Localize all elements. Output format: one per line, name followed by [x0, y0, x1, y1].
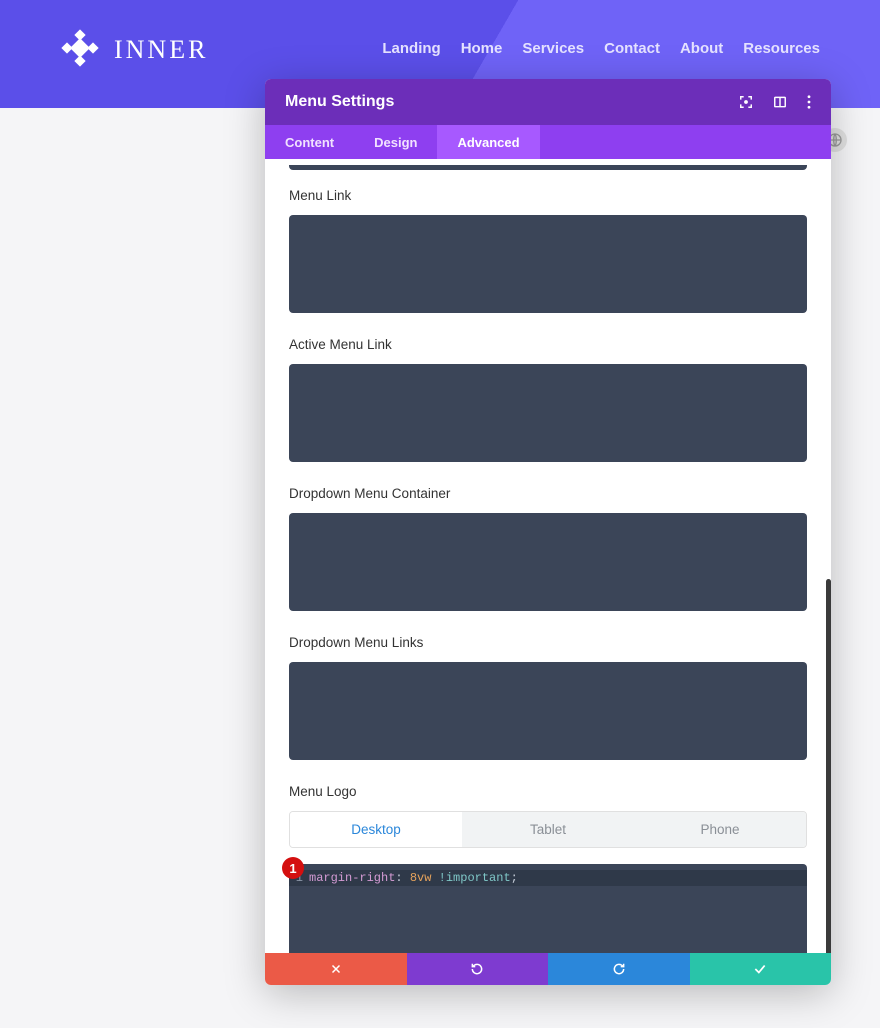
modal-header: Menu Settings	[265, 79, 831, 125]
nav-about[interactable]: About	[680, 40, 723, 57]
nav-landing[interactable]: Landing	[382, 40, 440, 57]
nav-resources[interactable]: Resources	[743, 40, 820, 57]
label-dropdown-container: Dropdown Menu Container	[289, 486, 807, 501]
tab-design[interactable]: Design	[354, 125, 437, 159]
columns-icon[interactable]	[773, 95, 787, 109]
settings-tabs: Content Design Advanced	[265, 125, 831, 159]
modal-title: Menu Settings	[285, 93, 394, 111]
input-dropdown-container[interactable]	[289, 513, 807, 611]
main-nav: Landing Home Services Contact About Reso…	[382, 40, 820, 57]
redo-button[interactable]	[548, 953, 690, 985]
label-menu-link: Menu Link	[289, 188, 807, 203]
modal-body: Menu Link Active Menu Link Dropdown Menu…	[265, 159, 831, 953]
cancel-button[interactable]	[265, 953, 407, 985]
scrollbar-thumb[interactable]	[826, 579, 831, 953]
nav-home[interactable]: Home	[461, 40, 503, 57]
device-tab-tablet[interactable]: Tablet	[462, 812, 634, 847]
brand-name: INNER	[114, 35, 208, 65]
tab-content[interactable]: Content	[265, 125, 354, 159]
site-logo[interactable]: INNER	[60, 28, 208, 73]
device-tab-desktop[interactable]: Desktop	[290, 812, 462, 847]
more-icon[interactable]	[807, 95, 811, 109]
save-button[interactable]	[690, 953, 832, 985]
input-menu-logo-css[interactable]: 1 margin-right: 8vw !important;	[289, 864, 807, 953]
input-menu-link[interactable]	[289, 215, 807, 313]
focus-icon[interactable]	[739, 95, 753, 109]
nav-contact[interactable]: Contact	[604, 40, 660, 57]
modal-footer	[265, 953, 831, 985]
menu-logo-css-wrap: 1 1 margin-right: 8vw !important;	[289, 864, 807, 953]
label-active-menu-link: Active Menu Link	[289, 337, 807, 352]
device-tab-phone[interactable]: Phone	[634, 812, 806, 847]
input-active-menu-link[interactable]	[289, 364, 807, 462]
menu-settings-modal: Menu Settings Content Design Advanced Me…	[265, 79, 831, 985]
nav-services[interactable]: Services	[522, 40, 584, 57]
prev-codebox-edge	[289, 165, 807, 170]
input-dropdown-links[interactable]	[289, 662, 807, 760]
tab-advanced[interactable]: Advanced	[437, 125, 539, 159]
step-badge-1: 1	[282, 857, 304, 879]
device-tabs: Desktop Tablet Phone	[289, 811, 807, 848]
label-menu-logo: Menu Logo	[289, 784, 807, 799]
undo-button[interactable]	[407, 953, 549, 985]
label-dropdown-links: Dropdown Menu Links	[289, 635, 807, 650]
code-line-1: margin-right: 8vw !important;	[309, 871, 518, 885]
diamond-logo-icon	[60, 28, 100, 73]
